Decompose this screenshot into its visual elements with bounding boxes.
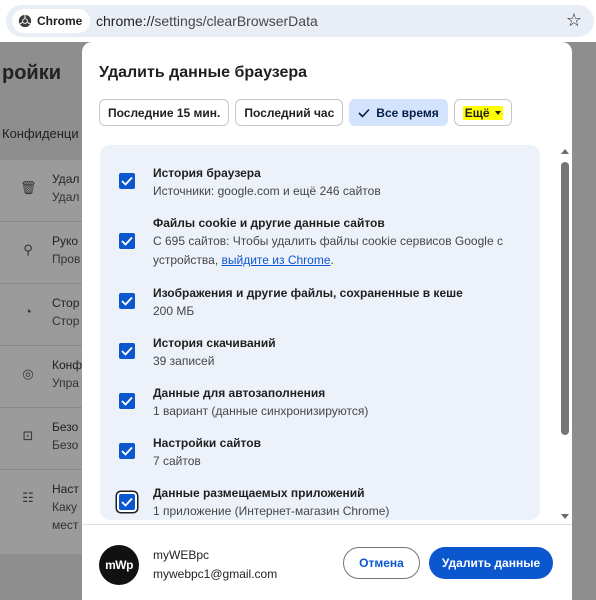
url-scheme: chrome:// bbox=[96, 13, 155, 29]
item-desc-line2: устройства, выйдите из Chrome. bbox=[153, 251, 334, 270]
dialog-title: Удалить данные браузера bbox=[99, 64, 308, 81]
privacy-row-title: Удал bbox=[52, 172, 80, 186]
checkbox[interactable] bbox=[119, 443, 135, 459]
item-desc: С 695 сайтов: Чтобы удалить файлы cookie… bbox=[153, 234, 503, 248]
url-path: settings/clearBrowserData bbox=[154, 13, 318, 29]
item-desc: 1 вариант (данные синхронизируются) bbox=[153, 404, 369, 418]
item-desc: 1 приложение (Интернет-магазин Chrome) bbox=[153, 504, 390, 518]
item-title: Данные для автозаполнения bbox=[153, 386, 326, 400]
item-desc: 200 МБ bbox=[153, 304, 195, 318]
browser-toolbar: Chrome chrome://settings/clearBrowserDat… bbox=[0, 0, 596, 42]
check-icon bbox=[121, 236, 133, 246]
chip-all-time[interactable]: Все время bbox=[349, 99, 448, 126]
privacy-row-title: Наст bbox=[52, 482, 79, 496]
ads-icon: ◎ bbox=[22, 366, 34, 381]
time-range-chips: Последние 15 мин. Последний час Все врем… bbox=[99, 99, 512, 126]
privacy-row-desc: Стор bbox=[52, 314, 80, 328]
account-name: myWEBpc bbox=[153, 548, 210, 562]
item-title: История браузера bbox=[153, 166, 261, 180]
settings-page-title: ройки bbox=[2, 62, 62, 84]
data-types-list: История браузера Источники: google.com и… bbox=[100, 145, 540, 520]
trash-icon: 🗑 bbox=[20, 180, 37, 195]
privacy-row-desc: мест bbox=[52, 518, 79, 532]
sign-out-link[interactable]: выйдите из Chrome bbox=[222, 253, 331, 267]
privacy-row-title: Конф bbox=[52, 358, 83, 372]
guide-icon: ⚲ bbox=[23, 242, 33, 257]
avatar: mWp bbox=[99, 545, 139, 585]
scroll-down-arrow-icon[interactable] bbox=[561, 514, 569, 519]
checkbox[interactable] bbox=[119, 233, 135, 249]
desc-text: . bbox=[330, 253, 334, 267]
item-title: Файлы cookie и другие данные сайтов bbox=[153, 216, 385, 230]
address-bar[interactable]: Chrome chrome://settings/clearBrowserDat… bbox=[6, 5, 594, 37]
more-highlight: Ещё bbox=[462, 105, 503, 120]
checkbox[interactable] bbox=[119, 173, 135, 189]
privacy-row-desc: Удал bbox=[52, 190, 80, 204]
sliders-icon: ☷ bbox=[22, 490, 34, 505]
privacy-row-desc: Упра bbox=[52, 376, 79, 390]
bookmark-star-icon[interactable]: ☆ bbox=[566, 10, 582, 30]
check-icon bbox=[121, 497, 133, 507]
delete-data-button[interactable]: Удалить данные bbox=[429, 547, 553, 579]
cookie-icon: ◔ bbox=[24, 304, 32, 319]
check-icon bbox=[121, 346, 133, 356]
privacy-row-desc: Каку bbox=[52, 500, 78, 514]
privacy-row-title: Руко bbox=[52, 234, 79, 248]
item-title: Настройки сайтов bbox=[153, 436, 261, 450]
account-email: mywebpc1@gmail.com bbox=[153, 567, 278, 581]
privacy-section-heading: Конфиденци bbox=[2, 126, 79, 141]
privacy-row-desc: Безо bbox=[52, 438, 79, 452]
scroll-up-arrow-icon[interactable] bbox=[561, 149, 569, 154]
privacy-row-title: Стор bbox=[52, 296, 80, 310]
chevron-down-icon bbox=[494, 110, 501, 115]
chip-label: Chrome bbox=[37, 14, 83, 28]
chrome-icon bbox=[18, 14, 32, 28]
check-icon bbox=[121, 176, 133, 186]
footer-divider bbox=[82, 524, 572, 525]
clear-browsing-data-dialog: Удалить данные браузера Последние 15 мин… bbox=[82, 42, 572, 600]
item-desc: Источники: google.com и ещё 246 сайтов bbox=[153, 184, 381, 198]
checkbox[interactable] bbox=[119, 393, 135, 409]
site-info-chip[interactable]: Chrome bbox=[12, 9, 91, 33]
chip-more-dropdown[interactable]: Ещё bbox=[453, 99, 512, 126]
lock-icon: ⊡ bbox=[22, 428, 34, 443]
chip-label: Ещё bbox=[464, 105, 490, 120]
chip-last-hour[interactable]: Последний час bbox=[235, 99, 344, 126]
check-icon bbox=[121, 446, 133, 456]
item-desc: 39 записей bbox=[153, 354, 215, 368]
check-icon bbox=[121, 296, 133, 306]
checkbox[interactable] bbox=[119, 494, 135, 510]
privacy-row-desc: Пров bbox=[52, 252, 81, 266]
desc-text: устройства, bbox=[153, 253, 222, 267]
item-title: Данные размещаемых приложений bbox=[153, 486, 365, 500]
checkbox[interactable] bbox=[119, 343, 135, 359]
item-title: Изображения и другие файлы, сохраненные … bbox=[153, 286, 463, 300]
scrollbar-thumb[interactable] bbox=[561, 162, 569, 435]
privacy-row-title: Безо bbox=[52, 420, 79, 434]
chip-label: Все время bbox=[376, 105, 439, 120]
checkmark-icon bbox=[358, 108, 370, 118]
cancel-button[interactable]: Отмена bbox=[343, 547, 420, 579]
chip-last-15-min[interactable]: Последние 15 мин. bbox=[99, 99, 230, 126]
item-desc: 7 сайтов bbox=[153, 454, 201, 468]
url-text[interactable]: chrome://settings/clearBrowserData bbox=[96, 13, 318, 29]
item-title: История скачиваний bbox=[153, 336, 276, 350]
check-icon bbox=[121, 396, 133, 406]
checkbox[interactable] bbox=[119, 293, 135, 309]
